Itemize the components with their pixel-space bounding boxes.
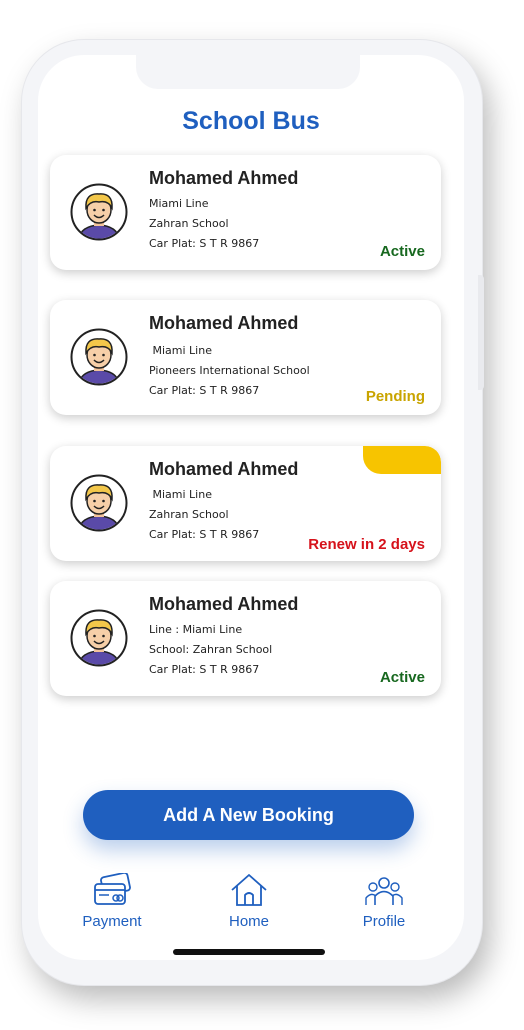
nav-profile[interactable]: Profile	[344, 873, 424, 930]
line-name: Miami Line	[149, 344, 212, 357]
home-indicator	[173, 949, 325, 955]
avatar-icon	[70, 474, 128, 532]
line-name: Miami Line	[149, 488, 212, 501]
phone-side-button	[478, 275, 484, 390]
car-plate: Car Plat: S T R 9867	[149, 528, 260, 541]
booking-card[interactable]: Mohamed Ahmed Line : Miami Line School: …	[50, 581, 441, 696]
school-name: Pioneers International School	[149, 364, 310, 377]
nav-payment[interactable]: Payment	[72, 873, 152, 930]
profile-group-icon	[365, 877, 403, 905]
car-plate: Car Plat: S T R 9867	[149, 237, 260, 250]
avatar-icon	[70, 183, 128, 241]
car-plate: Car Plat: S T R 9867	[149, 384, 260, 397]
status-badge: Renew in 2 days	[308, 536, 425, 553]
phone-notch	[136, 55, 360, 89]
status-badge: Active	[379, 243, 425, 260]
nav-profile-label: Profile	[362, 913, 406, 930]
student-name: Mohamed Ahmed	[149, 313, 299, 333]
credit-card-icon	[94, 873, 131, 905]
home-icon	[231, 874, 267, 906]
student-name: Mohamed Ahmed	[149, 594, 299, 614]
avatar-icon	[70, 609, 128, 667]
school-name: Zahran School	[149, 508, 229, 521]
add-booking-button[interactable]: Add A New Booking	[83, 790, 414, 840]
school-name: Zahran School	[149, 217, 229, 230]
app-screen: School Bus Mohamed Ahmed Miami Line Zahr…	[38, 55, 464, 960]
car-plate: Car Plat: S T R 9867	[149, 663, 260, 676]
nav-home-label: Home	[228, 913, 269, 930]
status-badge: Active	[379, 669, 425, 686]
booking-card[interactable]: Mohamed Ahmed Miami Line Zahran School C…	[50, 446, 441, 561]
school-name: School: Zahran School	[149, 643, 273, 656]
renew-flag	[363, 446, 441, 474]
status-badge: Pending	[365, 388, 425, 405]
avatar-icon	[70, 328, 128, 386]
booking-card[interactable]: Mohamed Ahmed Miami Line Pioneers Intern…	[50, 300, 441, 415]
line-name: Line : Miami Line	[149, 623, 243, 636]
booking-card[interactable]: Mohamed Ahmed Miami Line Zahran School C…	[50, 155, 441, 270]
page-title: School Bus	[182, 107, 320, 135]
student-name: Mohamed Ahmed	[149, 459, 299, 479]
line-name: Miami Line	[149, 197, 209, 210]
nav-payment-label: Payment	[82, 913, 142, 930]
nav-home[interactable]: Home	[209, 873, 289, 930]
student-name: Mohamed Ahmed	[149, 168, 299, 188]
